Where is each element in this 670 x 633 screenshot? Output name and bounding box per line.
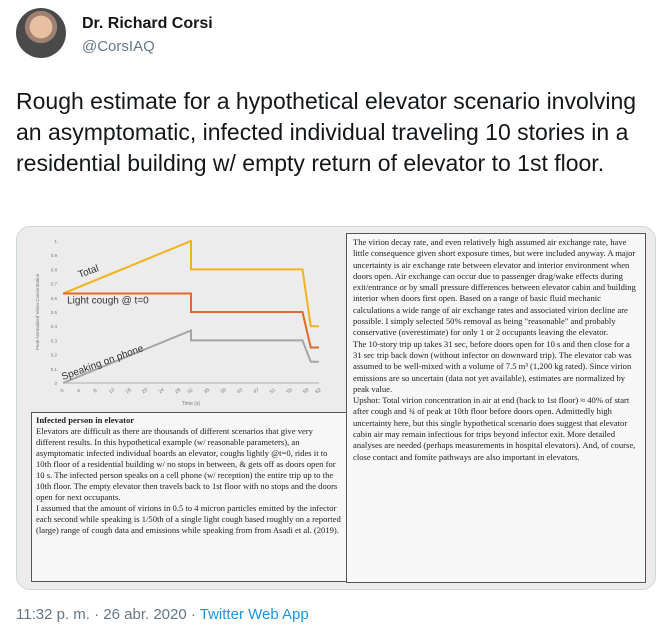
- separator: ·: [89, 606, 104, 623]
- x-tick-label: 55: [286, 387, 294, 395]
- x-tick-label: 12: [108, 387, 116, 395]
- x-tick-label: 59: [302, 387, 310, 395]
- y-tick-label: 0.4: [51, 324, 58, 329]
- x-tick-label: 20: [141, 387, 149, 395]
- y-axis-label: Peak-Normalized Virion Concentration: [35, 273, 40, 350]
- series-label-total: Total: [77, 263, 101, 281]
- y-tick-label: 0.1: [51, 367, 58, 372]
- separator: ·: [186, 606, 200, 623]
- x-tick-label: 47: [252, 387, 260, 395]
- elevator-chart: 0 0.1 0.2 0.3 0.4 0.5 0.6 0.7 0.8 0.9 1 0 4 8 12 16 20 24…: [35, 239, 323, 407]
- x-tick-label: 28: [174, 387, 182, 395]
- y-tick-label: 1: [54, 239, 57, 244]
- x-tick-label: 43: [236, 387, 244, 395]
- y-tick-label: 0.6: [51, 296, 58, 301]
- y-tick-label: 0.8: [51, 267, 58, 272]
- assumptions-textbox: The virion decay rate, and even relative…: [346, 233, 646, 583]
- series-label-speaking: Speaking on phone: [60, 343, 145, 383]
- series-label-cough: Light cough @ t=0: [67, 295, 149, 306]
- y-tick-label: 0.3: [51, 338, 58, 343]
- x-tick-label: 35: [203, 387, 211, 395]
- tweet-metadata: 11:32 p. m. · 26 abr. 2020 · Twitter Web…: [16, 606, 309, 623]
- author-name[interactable]: Dr. Richard Corsi: [82, 15, 213, 33]
- x-tick-label: 24: [158, 387, 166, 395]
- x-tick-label: 62: [314, 387, 322, 395]
- right-box-paragraph: The 10-story trip up takes 31 sec, befor…: [353, 338, 632, 394]
- tweet-time[interactable]: 11:32 p. m.: [16, 606, 90, 623]
- author-avatar[interactable]: [16, 8, 66, 58]
- x-tick-label: 51: [269, 387, 277, 395]
- x-tick-label: 4: [76, 388, 82, 395]
- y-tick-label: 0.5: [51, 310, 58, 315]
- x-tick-label: 8: [93, 388, 99, 395]
- x-tick-label: 31: [186, 387, 194, 395]
- author-handle[interactable]: @CorsIAQ: [82, 38, 155, 55]
- tweet-text: Rough estimate for a hypothetical elevat…: [16, 88, 637, 176]
- x-tick-label: 16: [124, 387, 132, 395]
- x-axis-label: Time (s): [182, 401, 200, 407]
- y-tick-label: 0.9: [51, 253, 58, 258]
- tweet-media-image[interactable]: 0 0.1 0.2 0.3 0.4 0.5 0.6 0.7 0.8 0.9 1 0 4 8 12 16 20 24…: [16, 226, 656, 590]
- left-box-title: Infected person in elevator: [36, 415, 135, 425]
- left-box-paragraph: Elevators are difficult as there are tho…: [36, 426, 338, 502]
- x-tick-label: 39: [219, 387, 227, 395]
- y-tick-label: 0: [54, 381, 57, 386]
- right-box-paragraph: Upshot: Total virion concentration in ai…: [353, 395, 636, 462]
- series-line: [62, 239, 319, 328]
- y-tick-label: 0.2: [51, 353, 58, 358]
- infected-person-textbox: Infected person in elevator Elevators ar…: [31, 412, 347, 582]
- right-box-paragraph: The virion decay rate, and even relative…: [353, 237, 636, 338]
- tweet-date[interactable]: 26 abr. 2020: [103, 606, 186, 623]
- left-box-paragraph: I assumed that the amount of virions in …: [36, 503, 341, 535]
- x-tick-label: 0: [60, 388, 66, 395]
- source-app-link[interactable]: Twitter Web App: [200, 606, 309, 623]
- y-tick-label: 0.7: [51, 282, 58, 287]
